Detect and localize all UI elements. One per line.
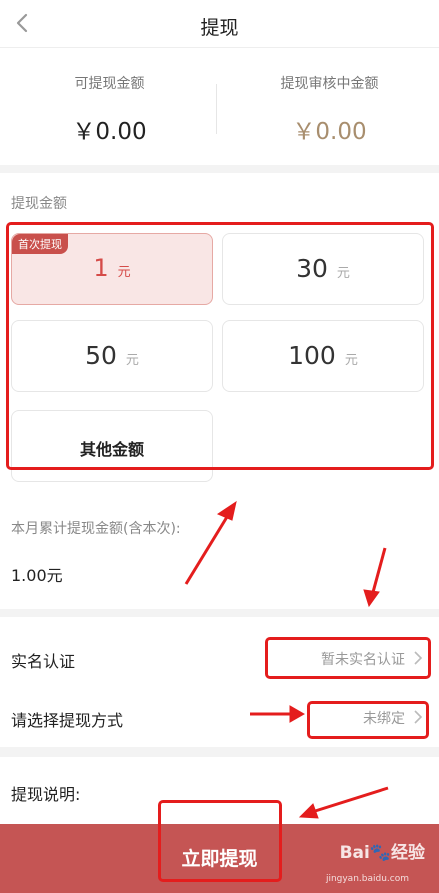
amount-section: 提现金额 首次提现 1元 30 元 50 元 100 元 其他金额 本月累计提现金额(… [0,173,439,609]
pending-label: 提现审核中金额 [280,76,379,92]
balance-panel: 可提现金额 ￥0.00 提现审核中金额 ￥0.00 [0,48,439,165]
amount-section-label: 提现金额 [11,196,67,212]
highlight-box-realname [265,637,431,679]
highlight-box-method [307,701,429,739]
page-title: 提现 [200,17,239,39]
available-label: 可提现金额 [74,76,145,92]
nav-header: 提现 [0,0,439,48]
pending-value: ￥0.00 [292,119,367,145]
divider [216,84,217,134]
highlight-box-amounts [6,222,434,470]
cumulative-value: 1.00元 [11,566,63,585]
cumulative-label: 本月累计提现金额(含本次): [11,521,181,537]
highlight-box-submit [158,800,282,882]
watermark-url: jingyan.baidu.com [325,874,409,884]
available-balance: 可提现金额 ￥0.00 [0,48,219,165]
settings-rows: 实名认证 暂未实名认证 请选择提现方式 未绑定 [0,617,439,747]
pending-balance: 提现审核中金额 ￥0.00 [220,48,439,165]
withdraw-method-label: 请选择提现方式 [11,711,124,730]
watermark-logo: Bai🐾经验 [339,843,425,863]
description-label: 提现说明: [11,785,81,804]
available-value: ￥0.00 [72,119,147,145]
realname-label: 实名认证 [11,652,76,671]
